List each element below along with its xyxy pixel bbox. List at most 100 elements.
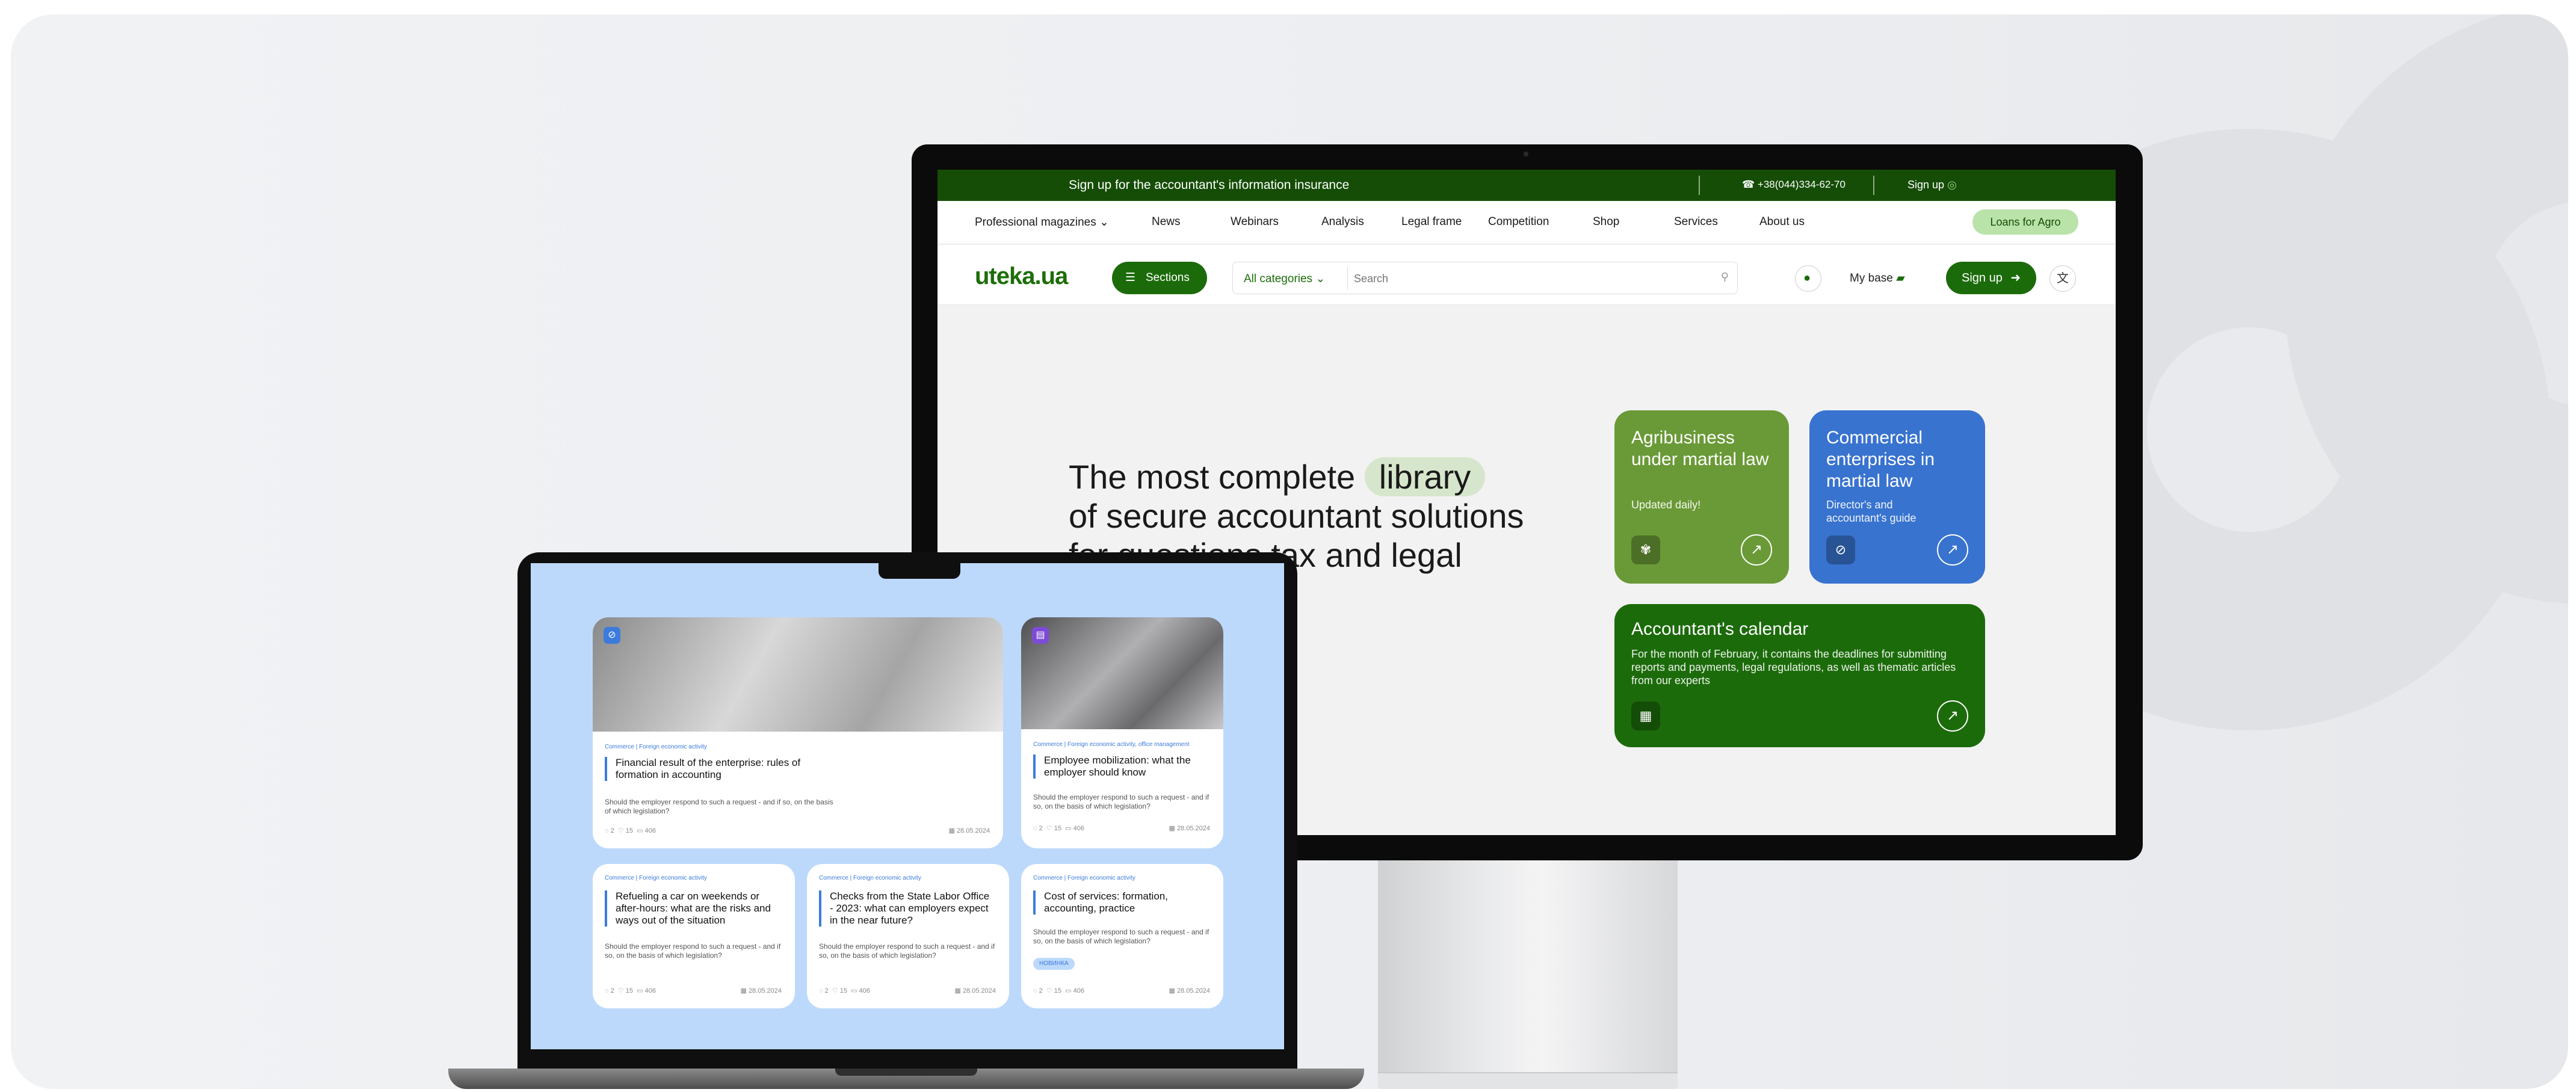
view-count: 406 (644, 827, 656, 834)
article-stats: ◌ 2 ♡ 15 ▭ 406 (605, 827, 656, 834)
divider (1873, 176, 1874, 195)
arrow-up-right-icon[interactable]: ↗ (1741, 534, 1772, 566)
date-value: 28.05.2024 (1176, 825, 1210, 832)
user-account-icon[interactable]: ● (1795, 265, 1821, 292)
article-card[interactable]: Commerce | Foreign economic activity Cos… (1021, 864, 1223, 1008)
article-desc: Should the employer respond to such a re… (605, 798, 833, 815)
phone-link[interactable]: ☎ +38(044)334-62-70 (1742, 179, 1846, 191)
category-label: All categories (1244, 273, 1313, 285)
article-desc: Should the employer respond to such a re… (605, 942, 781, 960)
article-card[interactable]: Commerce | Foreign economic activity Ref… (593, 864, 795, 1008)
loans-for-agro-button[interactable]: Loans for Agro (1972, 209, 2078, 235)
date-value: 28.05.2024 (962, 987, 996, 995)
nav-shop[interactable]: Shop (1593, 215, 1619, 229)
comment-icon: ◌ (605, 827, 609, 834)
article-tag[interactable]: Commerce | Foreign economic activity (605, 744, 707, 750)
arrow-up-right-icon[interactable]: ↗ (1937, 700, 1968, 732)
article-title[interactable]: Checks from the State Labor Office - 202… (819, 890, 993, 927)
sections-label: Sections (1146, 271, 1190, 284)
article-desc: Should the employer respond to such a re… (1033, 793, 1209, 810)
site-header: uteka.ua ☰ Sections All categories ⌄ ⚲ ●… (937, 245, 2116, 305)
view-count: 406 (1073, 987, 1084, 995)
laptop-screen: ⊘ Commerce | Foreign economic activity F… (531, 563, 1284, 1049)
card-commercial[interactable]: Commercial enterprises in martial law Di… (1809, 410, 1985, 584)
nav-analysis[interactable]: Analysis (1321, 215, 1364, 229)
date-value: 28.05.2024 (1176, 987, 1210, 995)
arrow-up-right-icon[interactable]: ↗ (1937, 534, 1968, 566)
date-value: 28.05.2024 (748, 987, 782, 995)
heart-icon: ♡ (617, 987, 624, 995)
sign-up-button[interactable]: Sign up ➜ (1946, 262, 2036, 294)
topbar-sign-up-link[interactable]: Sign up ◎ (1907, 179, 1957, 191)
article-photo (593, 617, 1003, 732)
laptop-notch (879, 563, 960, 579)
nav-services[interactable]: Services (1674, 215, 1718, 229)
card-accountant-calendar[interactable]: Accountant's calendar For the month of F… (1614, 604, 1985, 747)
article-card[interactable]: Commerce | Foreign economic activity Che… (807, 864, 1009, 1008)
nav-professional-magazines[interactable]: Professional magazines ⌄ (975, 215, 1109, 229)
hero-line-2: of secure accountant solutions (1069, 497, 1524, 535)
nav-about-us[interactable]: About us (1759, 215, 1805, 229)
monitor-stand-foot (1378, 1072, 1678, 1089)
search-input[interactable] (1347, 267, 1720, 290)
article-desc: Should the employer respond to such a re… (819, 942, 995, 960)
calendar-icon: ▦ (1631, 702, 1660, 730)
menu-icon: ☰ (1125, 271, 1136, 284)
article-tag[interactable]: Commerce | Foreign economic activity (1033, 875, 1135, 881)
like-count: 15 (625, 987, 634, 995)
new-badge: НОВИНКА (1033, 958, 1075, 970)
fingerprint-icon: ◎ (1947, 179, 1957, 191)
card-subtitle: For the month of February, it contains t… (1631, 648, 1956, 686)
comment-icon: ◌ (1033, 825, 1037, 832)
article-date: ▦ 28.05.2024 (740, 987, 782, 995)
calendar-icon: ▦ (1169, 987, 1175, 995)
article-title[interactable]: Refueling a car on weekends or after-hou… (605, 890, 779, 927)
hero-line-1: The most complete (1069, 458, 1356, 496)
sections-button[interactable]: ☰ Sections (1112, 262, 1207, 294)
calendar-icon: ▦ (740, 987, 747, 995)
promo-link[interactable]: Sign up for the accountant's information… (1069, 178, 1349, 193)
article-tag[interactable]: Commerce | Foreign economic activity (819, 875, 921, 881)
site-logo[interactable]: uteka.ua (975, 263, 1068, 290)
phone-number: +38(044)334-62-70 (1757, 179, 1846, 190)
laptop-opening-groove (835, 1069, 977, 1076)
article-title[interactable]: Cost of services: formation, accounting,… (1033, 890, 1208, 915)
my-base-link[interactable]: My base ▰ (1850, 271, 1905, 285)
view-count: 406 (859, 987, 870, 995)
article-stats: ◌ 2 ♡ 15 ▭ 406 (1033, 824, 1084, 832)
card-title: Agribusiness under martial law (1631, 428, 1769, 469)
nav-webinars[interactable]: Webinars (1231, 215, 1279, 229)
book-icon: ▭ (637, 827, 643, 834)
no-money-icon: ⊘ (1826, 535, 1855, 564)
article-date: ▦ 28.05.2024 (1169, 824, 1210, 832)
like-count: 15 (625, 827, 634, 834)
chevron-down-icon: ⌄ (1315, 273, 1326, 285)
search-icon[interactable]: ⚲ (1721, 271, 1729, 283)
article-title[interactable]: Financial result of the enterprise: rule… (605, 757, 821, 781)
translate-icon[interactable]: 文 (2049, 265, 2076, 292)
nav-legal-frame[interactable]: Legal frame (1401, 215, 1462, 229)
nav-competition[interactable]: Competition (1488, 215, 1549, 229)
card-agribusiness[interactable]: Agribusiness under martial law Updated d… (1614, 410, 1789, 584)
article-title[interactable]: Employee mobilization: what the employer… (1033, 754, 1208, 779)
heart-icon: ♡ (617, 827, 624, 834)
book-icon: ▭ (637, 987, 643, 995)
article-tag[interactable]: Commerce | Foreign economic activity (605, 875, 707, 881)
laptop: ⊘ Commerce | Foreign economic activity F… (517, 552, 1297, 1071)
category-select[interactable]: All categories ⌄ (1244, 272, 1325, 286)
card-subtitle: Updated daily! (1631, 499, 1701, 511)
heart-icon: ♡ (1046, 825, 1052, 832)
divider (1699, 176, 1700, 195)
article-card[interactable]: ⊘ Commerce | Foreign economic activity F… (593, 617, 1003, 848)
comment-count: 2 (824, 987, 829, 995)
comment-count: 2 (610, 827, 614, 834)
promo-bar: Sign up for the accountant's information… (937, 170, 2116, 201)
card-subtitle: Director's and accountant's guide (1826, 499, 1917, 524)
article-tag[interactable]: Commerce | Foreign economic activity, of… (1033, 741, 1220, 748)
comment-count: 2 (1039, 825, 1043, 832)
arrow-right-circle-icon: ➜ (2010, 271, 2021, 285)
like-count: 15 (1054, 825, 1062, 832)
article-card[interactable]: ▤ Commerce | Foreign economic activity, … (1021, 617, 1223, 848)
comment-icon: ◌ (605, 987, 609, 995)
nav-news[interactable]: News (1152, 215, 1181, 229)
